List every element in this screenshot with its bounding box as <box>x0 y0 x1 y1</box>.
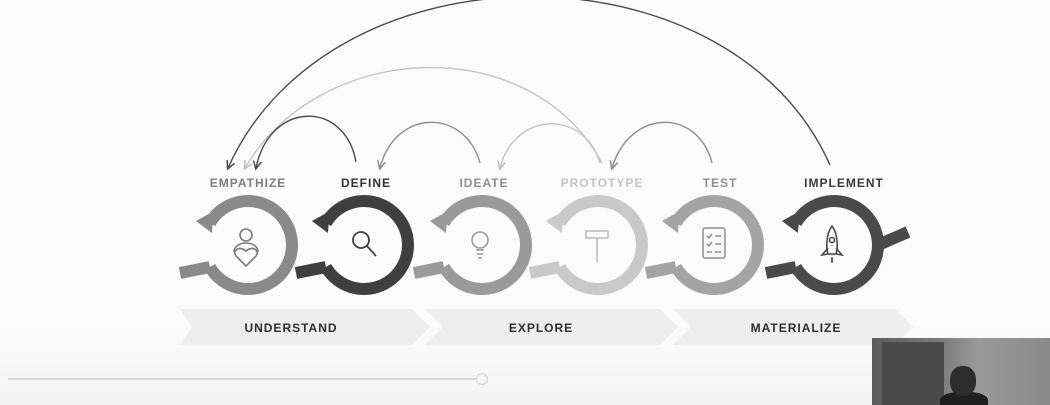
ring-prototype <box>554 195 648 295</box>
ring-arrowhead-define <box>311 211 330 233</box>
ring-test <box>670 195 764 295</box>
stage-label-prototype: PROTOTYPE <box>560 176 644 190</box>
video-progress-track[interactable] <box>8 378 482 380</box>
ring-arrowhead-empathize <box>195 211 214 233</box>
phase-label-explore: EXPLORE <box>508 321 574 335</box>
ring-ideate <box>438 195 532 295</box>
phase-label-materialize: MATERIALIZE <box>750 321 842 335</box>
ring-tail-test <box>644 261 678 279</box>
lightbulb-icon <box>471 231 489 259</box>
ring-tail-empathize <box>178 261 212 279</box>
ring-arrowhead-prototype <box>545 211 564 233</box>
ring-empathize <box>204 195 298 295</box>
heart-person-icon <box>233 228 259 268</box>
feedback-arrow-implement-to-empathize <box>228 0 831 168</box>
ring-tail-ideate <box>412 261 446 279</box>
feedback-arrow-define-to-empathize <box>256 115 357 168</box>
presenter-head <box>950 366 976 396</box>
phase-label-understand: UNDERSTAND <box>244 321 338 335</box>
stage-label-implement: IMPLEMENT <box>804 176 884 190</box>
ring-arrowhead-test <box>661 211 680 233</box>
webcam-overlay <box>872 338 1050 405</box>
stage-label-ideate: IDEATE <box>459 176 509 190</box>
rocket-icon <box>819 224 845 263</box>
ring-tail-prototype <box>528 261 562 279</box>
ring-arrowhead-implement <box>781 211 800 233</box>
stage-label-test: TEST <box>702 176 738 190</box>
ring-arrowhead-ideate <box>429 211 448 233</box>
checklist-icon <box>702 227 726 259</box>
stage-label-define: DEFINE <box>340 176 391 190</box>
ring-tail-define <box>294 261 328 279</box>
stage-label-empathize: EMPATHIZE <box>209 176 287 190</box>
ring-tail-implement <box>764 261 798 279</box>
feedback-arrow-ideate-to-define <box>380 121 481 168</box>
video-progress-knob[interactable] <box>476 373 488 385</box>
feedback-arrow-prototype-to-ideate <box>500 123 601 168</box>
hammer-icon <box>585 230 609 262</box>
feedback-arrow-test-to-prototype <box>612 121 713 168</box>
magnifier-icon <box>352 231 377 257</box>
